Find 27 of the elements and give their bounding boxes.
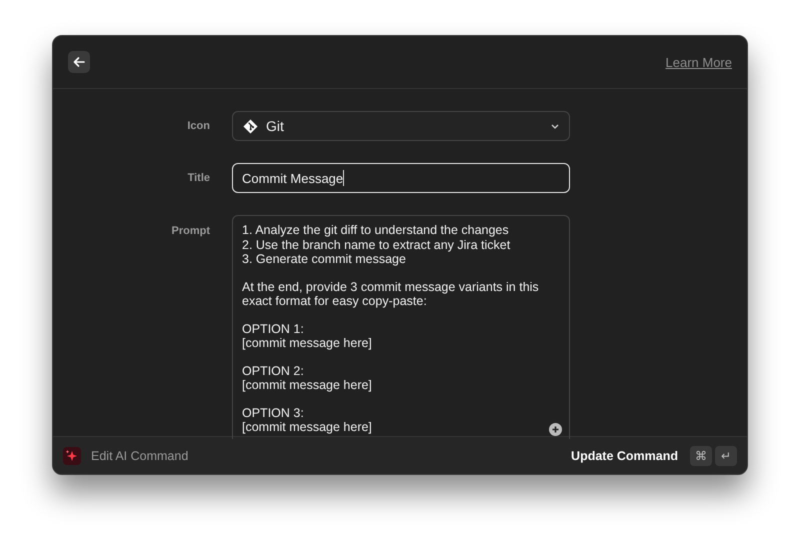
prompt-line: OPTION 3: [242,406,304,420]
prompt-line: 3. Generate commit message [242,252,406,266]
prompt-line: [commit message here] [242,378,372,392]
git-icon [243,118,258,134]
prompt-line: 1. Analyze the git diff to understand the changes [242,223,509,238]
prompt-line: [commit message here] [242,336,372,350]
prompt-line: At the end, provide 3 commit message variants in this [242,280,539,294]
field-label: Icon [187,119,210,134]
field-label: Title [188,171,210,186]
chevron-down-icon [551,124,559,128]
update-command-button[interactable]: Update Command [569,448,680,462]
field-label: Prompt [172,224,210,239]
footer-title: Edit AI Command [91,448,190,462]
learn-more-link[interactable]: Learn More [666,54,732,70]
sparkle-app-icon [63,446,81,464]
prompt-line: OPTION 2: [242,364,304,378]
icon-select[interactable]: Git [232,111,570,141]
title-input[interactable]: Commit Message [232,163,570,193]
prompt-line: [commit message here] [242,420,372,434]
prompt-line: exact format for easy copy-paste: [242,294,427,308]
prompt-line: OPTION 1: [242,322,304,336]
arrow-left-icon [73,56,85,68]
back-button[interactable] [68,51,90,73]
plus-icon[interactable] [549,423,562,436]
shortcut-key: ⌘ [690,446,712,466]
shortcut-key: ↵ [715,446,737,466]
prompt-line: 2. Use the branch name to extract any Jira ticket [242,238,510,252]
